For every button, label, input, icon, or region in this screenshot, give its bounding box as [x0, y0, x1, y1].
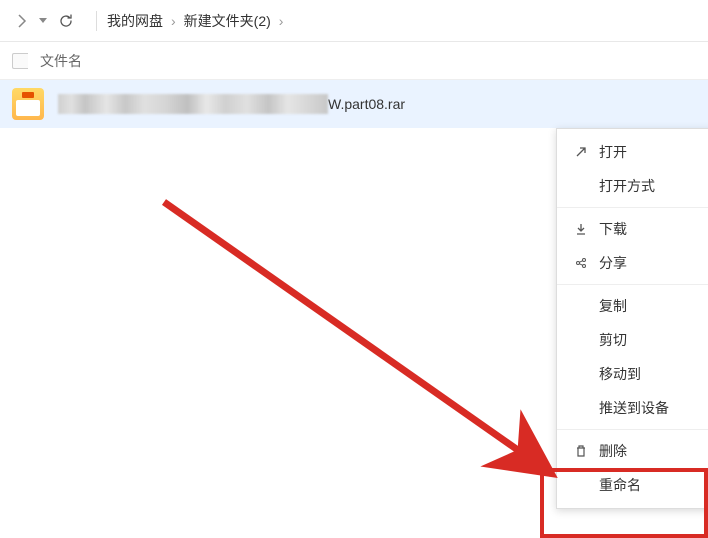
dropdown-icon[interactable]: [36, 18, 50, 24]
share-icon: [569, 256, 593, 270]
context-menu: 打开 打开方式 下载 分享 复制 剪切 移动到 推送到设备 删除: [556, 128, 708, 509]
menu-separator: [557, 284, 708, 285]
menu-label: 分享: [593, 253, 627, 273]
file-row[interactable]: W.part08.rar: [0, 80, 708, 128]
chevron-right-icon: ›: [279, 13, 284, 29]
menu-rename[interactable]: 重命名: [557, 468, 708, 502]
menu-delete[interactable]: 删除: [557, 434, 708, 468]
menu-label: 删除: [593, 441, 627, 461]
refresh-icon[interactable]: [54, 9, 78, 33]
menu-separator: [557, 429, 708, 430]
download-icon: [569, 222, 593, 236]
menu-separator: [557, 207, 708, 208]
chevron-right-icon: ›: [171, 13, 176, 29]
breadcrumb-item-root[interactable]: 我的网盘: [107, 11, 163, 31]
archive-file-icon: [12, 88, 44, 120]
menu-label: 下载: [593, 219, 627, 239]
menu-label: 打开方式: [593, 176, 655, 196]
menu-copy[interactable]: 复制: [557, 289, 708, 323]
divider: [96, 11, 97, 31]
annotation-arrow: [154, 192, 584, 502]
menu-label: 重命名: [593, 475, 641, 495]
menu-share[interactable]: 分享: [557, 246, 708, 280]
menu-label: 复制: [593, 296, 627, 316]
breadcrumb-item-folder[interactable]: 新建文件夹(2): [184, 11, 271, 31]
menu-open-with[interactable]: 打开方式: [557, 169, 708, 203]
forward-arrow-icon[interactable]: [12, 11, 32, 31]
topbar: 我的网盘 › 新建文件夹(2) ›: [0, 0, 708, 42]
menu-cut[interactable]: 剪切: [557, 323, 708, 357]
menu-label: 移动到: [593, 364, 641, 384]
menu-label: 推送到设备: [593, 398, 669, 418]
filename-column-label: 文件名: [40, 51, 82, 71]
menu-label: 打开: [593, 142, 627, 162]
column-header: 文件名: [0, 42, 708, 80]
filename-redacted: [58, 94, 328, 114]
menu-download[interactable]: 下载: [557, 212, 708, 246]
menu-push-to-device[interactable]: 推送到设备: [557, 391, 708, 425]
menu-label: 剪切: [593, 330, 627, 350]
menu-move-to[interactable]: 移动到: [557, 357, 708, 391]
trash-icon: [569, 444, 593, 458]
open-icon: [569, 145, 593, 159]
breadcrumb: 我的网盘 › 新建文件夹(2) ›: [107, 11, 283, 31]
menu-open[interactable]: 打开: [557, 135, 708, 169]
select-all-checkbox[interactable]: [12, 53, 28, 69]
filename-suffix: W.part08.rar: [328, 96, 405, 112]
